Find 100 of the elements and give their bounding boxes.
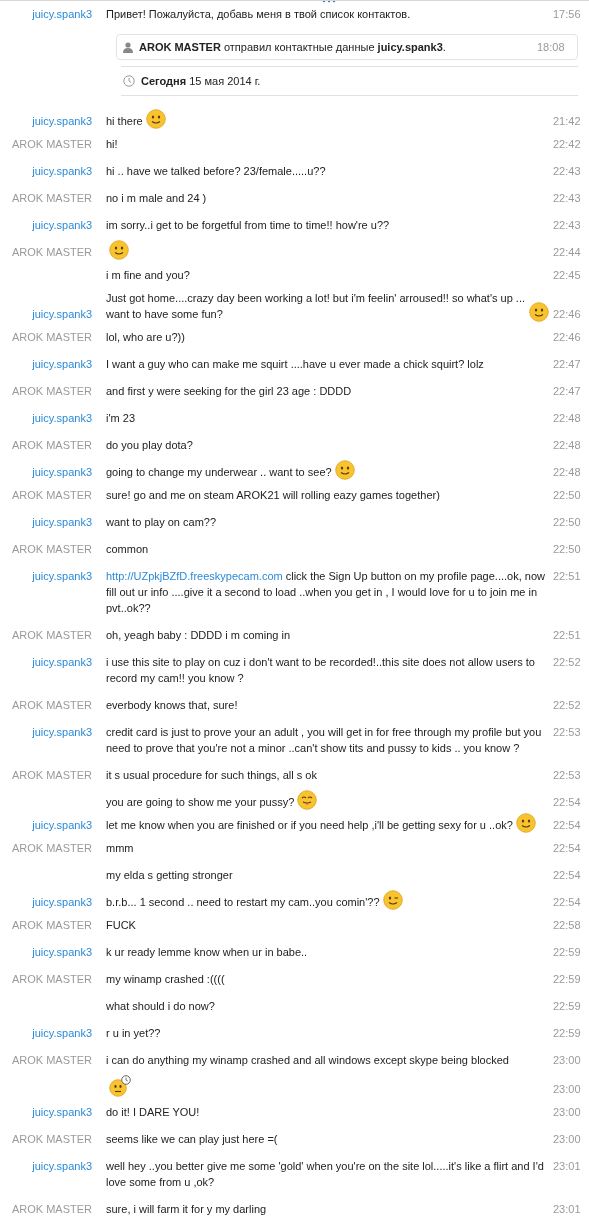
message-time: 22:43 xyxy=(552,164,582,179)
sender-name[interactable]: AROK MASTER xyxy=(11,439,92,451)
smiley-icon xyxy=(334,460,355,480)
sender-name[interactable]: AROK MASTER xyxy=(11,1203,92,1215)
winking-smiley-icon xyxy=(382,890,403,910)
message-time: 23:00 xyxy=(552,1053,582,1068)
message-time: 22:48 xyxy=(552,465,582,480)
message-time: 22:45 xyxy=(552,268,582,283)
message-text: seems like we can play just here =( xyxy=(106,1132,278,1147)
message-time: 22:50 xyxy=(552,488,582,503)
message-time: 22:47 xyxy=(552,384,582,399)
message-text: im sorry..i get to be forgetful from time to time!! how're u?? xyxy=(106,218,390,233)
sender-name[interactable]: juicy.spank3 xyxy=(32,516,92,528)
message-time: 22:54 xyxy=(552,795,582,810)
waiting-smiley-icon xyxy=(109,1075,131,1097)
message-time: 22:53 xyxy=(552,768,582,783)
message-time: 22:43 xyxy=(552,218,582,233)
message-text: well hey ..you better give me some 'gold' when you're on the site lol.....it's like a flirt and I'd love some from u ,ok? xyxy=(106,1159,545,1190)
sender-name[interactable]: AROK MASTER xyxy=(11,489,92,501)
message-time: 22:48 xyxy=(552,438,582,453)
message-time: 23:00 xyxy=(552,1082,582,1097)
message-time: 22:52 xyxy=(552,698,582,713)
message-time: 22:47 xyxy=(552,357,582,372)
sender-name[interactable]: juicy.spank3 xyxy=(32,412,92,424)
smiley-icon xyxy=(515,813,536,833)
message-time: 21:42 xyxy=(552,114,582,129)
message-text: it s usual procedure for such things, all s ok xyxy=(106,768,317,783)
message-time: 22:54 xyxy=(552,895,582,910)
message-time: 22:51 xyxy=(552,569,582,584)
message-time: 23:00 xyxy=(552,1105,582,1120)
message-text: sure, i will farm it for y my darling xyxy=(106,1202,267,1217)
message-time: 22:59 xyxy=(552,972,582,987)
message-text: FUCK xyxy=(106,918,136,933)
message-time: 22:52 xyxy=(552,655,582,670)
message-text: let me know when you are finished or if you need help ,i'll be getting sexy for u ..ok? xyxy=(106,818,513,833)
sender-name[interactable]: AROK MASTER xyxy=(11,699,92,711)
sender-name[interactable]: juicy.spank3 xyxy=(32,656,92,668)
sender-name[interactable]: AROK MASTER xyxy=(11,629,92,641)
sender-name[interactable]: AROK MASTER xyxy=(11,543,92,555)
sender-name[interactable]: juicy.spank3 xyxy=(32,819,92,831)
sender-name[interactable]: juicy.spank3 xyxy=(32,8,92,20)
message-time: 22:50 xyxy=(552,515,582,530)
sender-name[interactable]: AROK MASTER xyxy=(11,246,92,258)
sender-name[interactable]: AROK MASTER xyxy=(11,1054,92,1066)
message-text: oh, yeagh baby : DDDD i m coming in xyxy=(106,628,291,643)
message-time: 22:48 xyxy=(552,411,582,426)
message-text: hi .. have we talked before? 23/female.....u?? xyxy=(106,164,326,179)
message-link[interactable]: http://UZpkjBZfD.freeskypecam.com xyxy=(106,570,283,582)
sender-name[interactable]: juicy.spank3 xyxy=(32,219,92,231)
sender-name[interactable]: juicy.spank3 xyxy=(32,726,92,738)
message-time: 22:54 xyxy=(552,868,582,883)
sender-name[interactable]: AROK MASTER xyxy=(11,385,92,397)
sender-name[interactable]: AROK MASTER xyxy=(11,1133,92,1145)
message-text: do it! I DARE YOU! xyxy=(106,1105,200,1120)
message-time: 23:01 xyxy=(552,1202,582,1217)
date-divider-text: Сегодня 15 мая 2014 г. xyxy=(141,75,261,87)
message-text: common xyxy=(106,542,149,557)
message-time: 22:53 xyxy=(552,725,582,740)
message-time: 22:59 xyxy=(552,1026,582,1041)
smiley-icon xyxy=(145,109,166,129)
message-time: 22:46 xyxy=(552,307,582,322)
message-time: 22:54 xyxy=(552,818,582,833)
sender-name[interactable]: AROK MASTER xyxy=(11,331,92,343)
message-text: sure! go and me on steam AROK21 will rolling eazy games together) xyxy=(106,488,440,503)
sender-name[interactable]: juicy.spank3 xyxy=(32,358,92,370)
sender-name[interactable]: juicy.spank3 xyxy=(32,896,92,908)
message-time: 22:54 xyxy=(552,841,582,856)
message-text: credit card is just to prove your an adult , you will get in for free through my profile but you need to prove that you're not a minor ..can't show tits and pussy to kids .. you know ? xyxy=(106,725,543,756)
sender-name[interactable]: juicy.spank3 xyxy=(32,570,92,582)
message-text: my elda s getting stronger xyxy=(106,868,233,883)
sender-name[interactable]: AROK MASTER xyxy=(11,842,92,854)
sender-name[interactable]: AROK MASTER xyxy=(11,192,92,204)
message-time: 22:50 xyxy=(552,542,582,557)
sender-name[interactable]: juicy.spank3 xyxy=(32,1160,92,1172)
message-time: 22:51 xyxy=(552,628,582,643)
message-text: k ur ready lemme know when ur in babe.. xyxy=(106,945,308,960)
message-text: i'm 23 xyxy=(106,411,135,426)
message-text: lol, who are u?)) xyxy=(106,330,185,345)
smiley-icon xyxy=(529,302,549,322)
sender-name[interactable]: juicy.spank3 xyxy=(32,1027,92,1039)
message-text: hi there xyxy=(106,114,143,129)
sender-name[interactable]: juicy.spank3 xyxy=(32,1106,92,1118)
message-text: i m fine and you? xyxy=(106,268,190,283)
message-time: 22:46 xyxy=(552,330,582,345)
sender-name[interactable]: juicy.spank3 xyxy=(32,115,92,127)
sender-name[interactable]: AROK MASTER xyxy=(11,919,92,931)
message-text: hi! xyxy=(106,137,118,152)
notice-text: AROK MASTER отправил контактные данные juicy.spank3. xyxy=(139,40,447,55)
sender-name[interactable]: juicy.spank3 xyxy=(32,165,92,177)
sender-name[interactable]: AROK MASTER xyxy=(11,973,92,985)
sender-name[interactable]: juicy.spank3 xyxy=(32,466,92,478)
sender-name[interactable]: juicy.spank3 xyxy=(32,946,92,958)
sender-name[interactable]: AROK MASTER xyxy=(11,769,92,781)
message-time: 22:42 xyxy=(552,137,582,152)
message-time: 17:56 xyxy=(552,7,582,22)
message-text: mmm xyxy=(106,841,134,856)
sender-name[interactable]: AROK MASTER xyxy=(11,138,92,150)
message-text: my winamp crashed :(((( xyxy=(106,972,225,987)
sender-name[interactable]: juicy.spank3 xyxy=(32,308,92,320)
message-time: 22:43 xyxy=(552,191,582,206)
